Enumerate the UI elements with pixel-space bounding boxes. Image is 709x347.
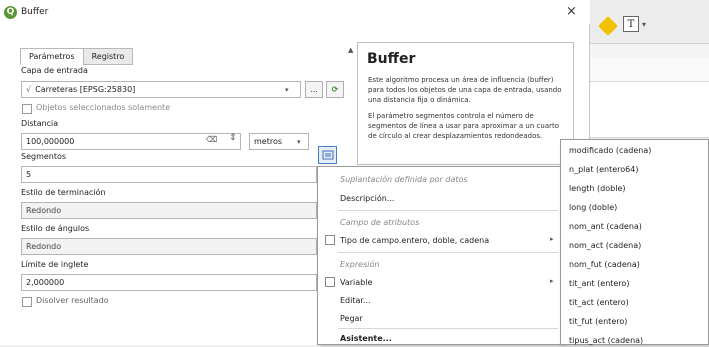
- dialog-title: Buffer: [21, 7, 49, 17]
- field-item[interactable]: modificado (cadena): [569, 146, 651, 155]
- menu-item-assistant[interactable]: Asistente...: [318, 329, 561, 347]
- data-defined-context-menu: Suplantación definida por datos Descripc…: [317, 166, 562, 345]
- distance-label: Distancia: [21, 119, 59, 128]
- menu-header-override: Suplantación definida por datos: [340, 174, 468, 184]
- input-layer-select[interactable]: √ Carreteras [EPSG:25830]: [21, 81, 301, 98]
- menu-item-paste[interactable]: Pegar: [318, 309, 561, 327]
- data-defined-icon: [322, 150, 333, 160]
- help-title: Buffer: [367, 51, 416, 67]
- text-annotation-icon[interactable]: T: [623, 16, 639, 32]
- submenu-arrow-icon: ▸: [550, 235, 554, 243]
- chevron-down-icon[interactable]: ▾: [297, 138, 301, 146]
- chevron-down-icon[interactable]: ▾: [642, 20, 646, 29]
- dissolve-label: Disolver resultado: [36, 296, 109, 305]
- miter-limit-input[interactable]: 2,000000: [21, 274, 317, 291]
- panel-strip: [590, 58, 709, 82]
- data-defined-override-button[interactable]: [318, 146, 337, 164]
- dialog-tabs: Parámetros Registro: [20, 48, 134, 65]
- field-item[interactable]: nom_act (cadena): [569, 241, 641, 250]
- menu-item-field-type[interactable]: Tipo de campo.entero, doble, cadena: [318, 231, 561, 249]
- field-item[interactable]: nom_fut (cadena): [569, 260, 640, 269]
- field-item[interactable]: long (doble): [569, 203, 617, 212]
- field-item[interactable]: nom_ant (cadena): [569, 222, 642, 231]
- join-style-select[interactable]: Redondo: [21, 238, 317, 255]
- end-style-label: Estilo de terminación: [21, 188, 106, 197]
- field-item[interactable]: n_plat (entero64): [569, 165, 638, 174]
- segments-input[interactable]: 5: [21, 166, 317, 183]
- line-layer-icon: √: [26, 85, 32, 94]
- selected-only-label: Objetos seleccionados solamente: [36, 103, 171, 112]
- input-layer-label: Capa de entrada: [21, 66, 88, 75]
- help-panel: Buffer Este algoritmo procesa un área de…: [357, 42, 574, 165]
- iterate-icon[interactable]: ⟳: [326, 81, 344, 98]
- scroll-up-arrow-icon[interactable]: ▲: [348, 46, 353, 54]
- spin-arrows-icon[interactable]: ⇕: [229, 133, 237, 143]
- menu-separator: [338, 252, 558, 253]
- menu-item-edit[interactable]: Editar...: [318, 291, 561, 309]
- dissolve-checkbox[interactable]: [22, 297, 32, 307]
- menu-header-expression: Expresión: [340, 259, 380, 269]
- tab-registro[interactable]: Registro: [82, 48, 134, 65]
- close-button[interactable]: ×: [566, 4, 577, 19]
- chevron-down-icon[interactable]: ▾: [285, 86, 289, 94]
- field-item[interactable]: length (doble): [569, 184, 625, 193]
- end-style-select[interactable]: Redondo: [21, 202, 317, 219]
- selected-only-checkbox[interactable]: [22, 104, 32, 114]
- menu-item-variable[interactable]: Variable: [318, 273, 561, 291]
- join-style-label: Estilo de ángulos: [21, 224, 90, 233]
- field-item[interactable]: tit_fut (entero): [569, 317, 627, 326]
- clear-icon[interactable]: ⌫: [206, 135, 217, 144]
- distance-unit-value: metros: [254, 137, 283, 146]
- help-paragraph-2: El parámetro segmentos controla el númer…: [368, 112, 560, 140]
- help-paragraph-1: Este algoritmo procesa un área de influe…: [368, 76, 562, 104]
- menu-header-attribute-field: Campo de atributos: [340, 217, 420, 227]
- field-item[interactable]: tit_ant (entero): [569, 279, 629, 288]
- input-layer-value: Carreteras [EPSG:25830]: [35, 85, 136, 94]
- browse-button[interactable]: ...: [305, 81, 323, 98]
- miter-limit-label: Límite de inglete: [21, 260, 89, 269]
- menu-separator: [338, 210, 558, 211]
- panel-area: [590, 82, 709, 138]
- segments-label: Segmentos: [21, 152, 67, 161]
- field-item[interactable]: tit_act (entero): [569, 298, 629, 307]
- tab-parametros[interactable]: Parámetros: [20, 48, 84, 65]
- menu-item-description[interactable]: Descripción...: [318, 189, 561, 207]
- dialog-titlebar: Q Buffer ×: [0, 0, 590, 24]
- submenu-arrow-icon: ▸: [550, 277, 554, 285]
- field-item[interactable]: tipus_act (cadena): [569, 336, 643, 345]
- fields-submenu: modificado (cadena) n_plat (entero64) le…: [560, 139, 709, 345]
- qgis-logo-icon: Q: [4, 5, 17, 19]
